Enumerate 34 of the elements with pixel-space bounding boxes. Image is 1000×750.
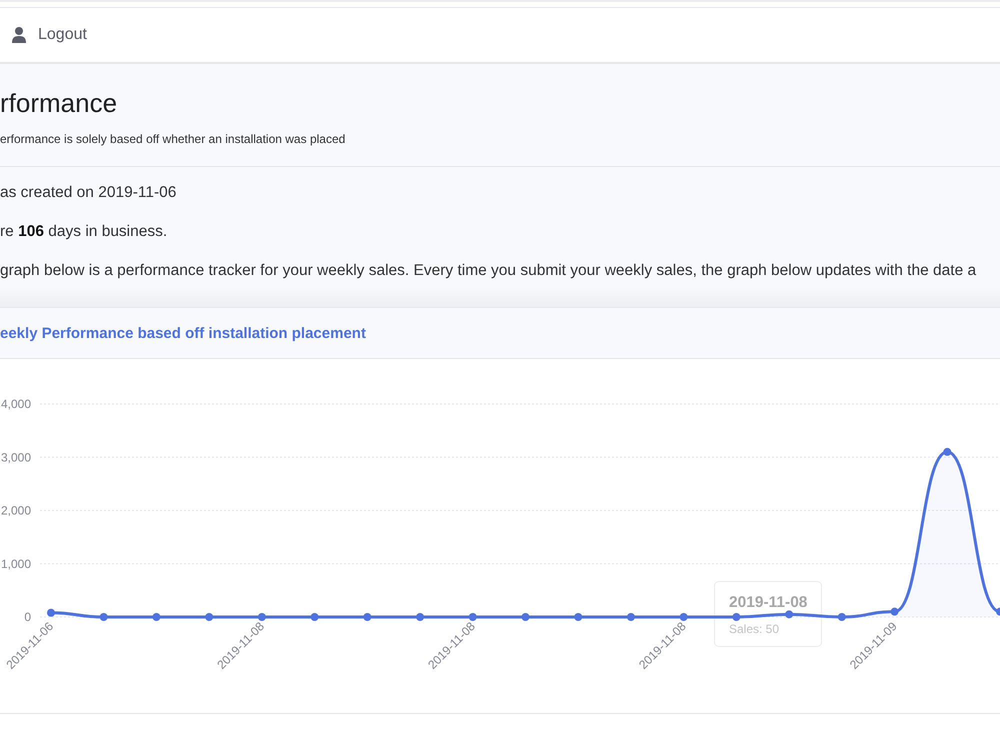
info-text: re 106 days in business. xyxy=(0,222,168,242)
card-title: eekly Performance based off installation placement xyxy=(0,324,366,342)
y-axis-label: 4,000 xyxy=(0,397,31,411)
data-point xyxy=(100,613,108,621)
data-point xyxy=(152,613,160,621)
info-text: as created on 2019-11-06 xyxy=(0,183,178,203)
data-point xyxy=(416,613,424,621)
tooltip-title: 2019-11-08 xyxy=(729,594,808,612)
y-axis-label: 2,000 xyxy=(0,504,31,518)
y-axis-label: 1,000 xyxy=(0,556,31,571)
data-point xyxy=(310,613,319,621)
data-point xyxy=(626,613,635,621)
data-point xyxy=(943,448,952,456)
data-point xyxy=(732,613,740,621)
logout-link[interactable]: Logout xyxy=(38,26,87,44)
data-point xyxy=(258,613,266,621)
user-icon xyxy=(12,27,26,43)
y-axis-label: 0 xyxy=(24,610,31,624)
data-point xyxy=(785,610,794,618)
data-point xyxy=(47,608,55,617)
data-point xyxy=(468,613,477,621)
page-title: rformance xyxy=(0,87,118,119)
data-point xyxy=(890,608,899,616)
data-point xyxy=(680,613,688,621)
data-point xyxy=(363,613,372,621)
data-point xyxy=(838,613,846,621)
tooltip-text: Sales: 50 xyxy=(729,623,780,635)
y-axis-label: 3,000 xyxy=(0,450,31,464)
info-text: graph below is a performance tracker for your weekly sales. Every time you submit your weekly sales, the graph below updates with the date a xyxy=(0,261,978,281)
page-subtitle: erformance is solely based off whether an installation was placed xyxy=(0,131,346,147)
data-point xyxy=(996,608,1000,616)
data-point xyxy=(522,613,530,621)
data-point xyxy=(574,613,582,621)
data-point xyxy=(205,613,214,621)
